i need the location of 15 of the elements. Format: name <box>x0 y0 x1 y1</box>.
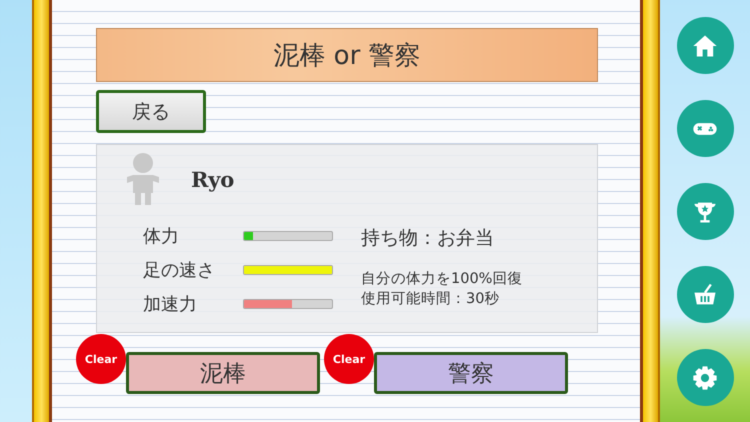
back-button[interactable]: 戻る <box>96 90 206 133</box>
role-button[interactable]: 泥棒 <box>126 352 320 394</box>
item-description: 自分の体力を100%回復 <box>361 270 522 289</box>
stat-label: 加速力 <box>143 293 198 316</box>
item-label: 持ち物：お弁当 <box>361 226 495 251</box>
item-description: 使用可能時間：30秒 <box>361 290 500 309</box>
stat-label: 体力 <box>143 225 180 248</box>
avatar-icon <box>125 151 161 207</box>
clear-badge: Clear <box>76 334 126 384</box>
settings-icon <box>691 364 719 392</box>
role-button[interactable]: 警察 <box>374 352 568 394</box>
title-board: 泥棒 or 警察 <box>96 28 598 82</box>
character-name: Ryo <box>191 166 234 192</box>
stat-label: 足の速さ <box>143 259 216 282</box>
clear-badge: Clear <box>324 334 374 384</box>
